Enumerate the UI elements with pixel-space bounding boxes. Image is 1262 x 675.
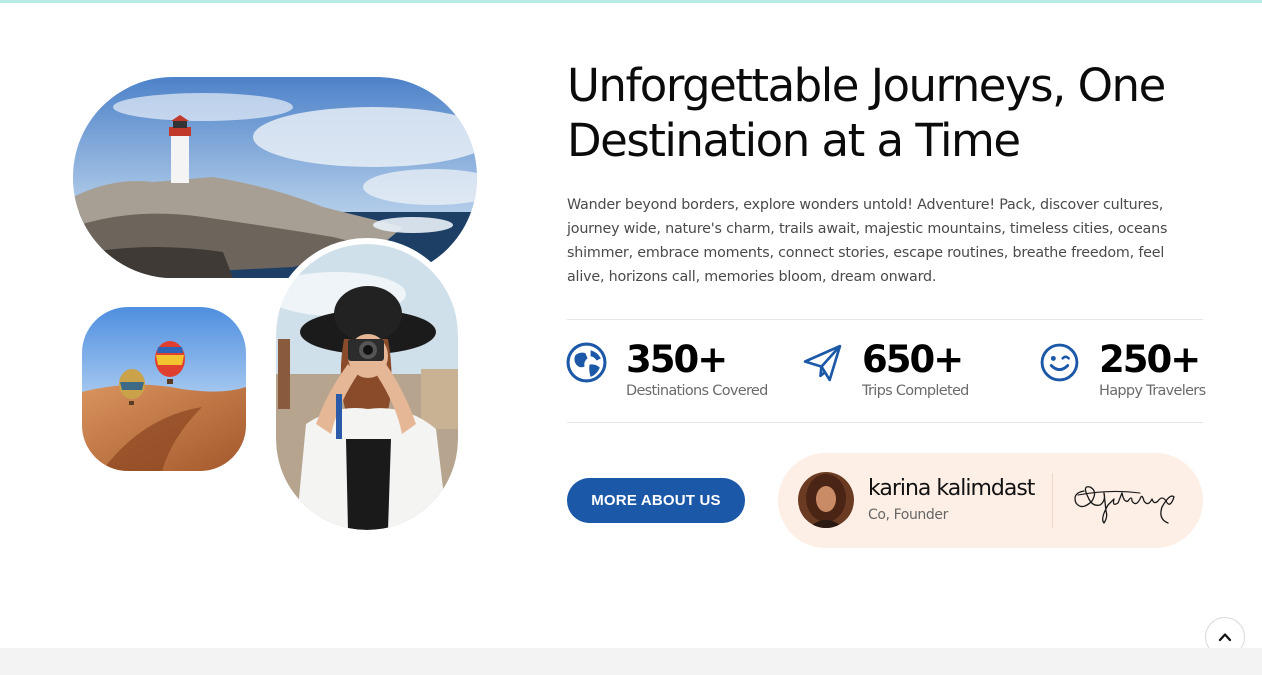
stat-value: 250+ (1099, 338, 1201, 381)
stat-label: Destinations Covered (626, 383, 768, 399)
stat-value: 350+ (626, 338, 728, 381)
next-section-band (0, 648, 1262, 675)
founder-name: karina kalimdast (868, 476, 1035, 501)
founder-avatar (798, 472, 854, 528)
globe-icon (566, 342, 607, 383)
founder-card: karina kalimdast Co, Founder (778, 453, 1203, 548)
stat-label: Trips Completed (862, 383, 969, 399)
chevron-up-icon (1218, 633, 1232, 642)
stat-value: 650+ (862, 338, 964, 381)
stat-destinations: 350+ Destinations Covered (566, 338, 776, 408)
founder-role: Co, Founder (868, 507, 948, 523)
section-title: Unforgettable Journeys, One Destination … (567, 59, 1166, 167)
divider (567, 422, 1203, 423)
stat-trips: 650+ Trips Completed (802, 338, 1012, 408)
smiley-icon (1040, 343, 1079, 382)
founder-divider (1052, 473, 1053, 528)
more-about-us-button[interactable]: MORE ABOUT US (567, 478, 745, 523)
balloons-image (82, 307, 246, 471)
signature-image (1074, 486, 1175, 524)
paper-plane-icon (803, 344, 842, 382)
stat-travelers: 250+ Happy Travelers (1039, 338, 1209, 408)
photographer-image (270, 238, 464, 536)
top-accent-line (0, 0, 1262, 3)
lighthouse-image (73, 77, 477, 278)
stat-label: Happy Travelers (1099, 383, 1206, 399)
section-description: Wander beyond borders, explore wonders u… (567, 197, 1168, 285)
divider (567, 319, 1203, 320)
